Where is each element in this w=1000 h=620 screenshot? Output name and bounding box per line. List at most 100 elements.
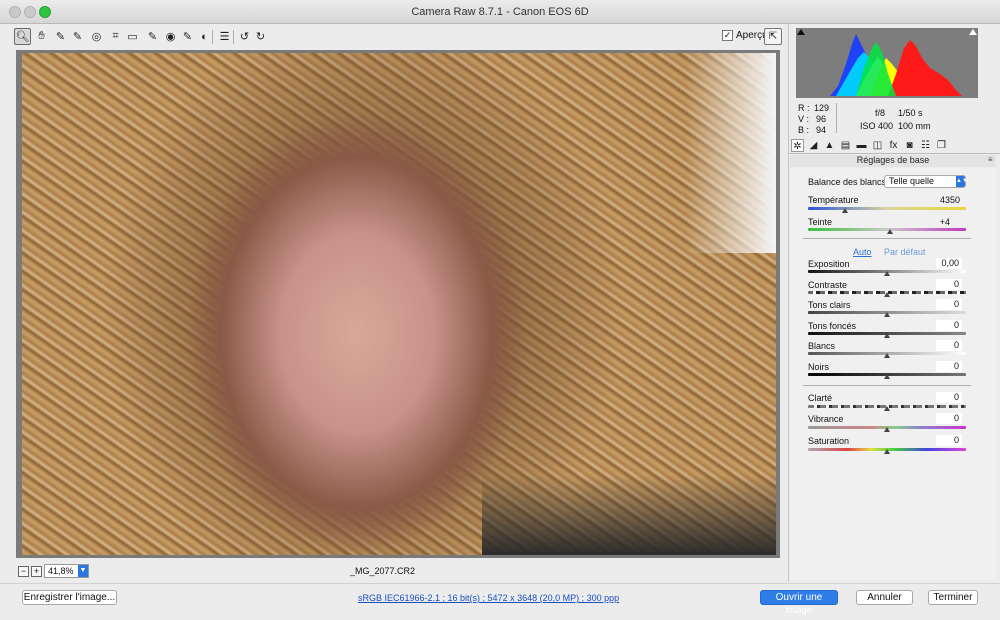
straighten-tool-icon[interactable]: ▭	[124, 28, 141, 45]
temperature-value[interactable]: 4350	[932, 195, 960, 205]
preview-toggle[interactable]: ✓ Aperçu	[722, 30, 768, 41]
iso-value: ISO 400	[860, 121, 894, 131]
toolbar: 🔍︎ ✋︎ ✎ ✎ ◎ ⌗ ▭ ✎ ◉ ✎ ◐ ☰ ↺ ↻	[0, 24, 788, 49]
zoom-level-select[interactable]: 41,8% ▼	[44, 564, 89, 578]
zoom-level-value: 41,8%	[48, 566, 74, 576]
tab-basic[interactable]: ✲	[791, 139, 804, 152]
highlight-clipping-warning-icon[interactable]	[969, 29, 977, 35]
blacks-value[interactable]: 0	[936, 361, 962, 372]
tab-lens-corrections[interactable]: ◫	[871, 139, 884, 152]
highlights-label: Tons clairs	[808, 300, 851, 310]
workflow-options-link[interactable]: sRGB IEC61966-2.1 ; 16 bit(s) ; 5472 x 3…	[358, 593, 619, 603]
blacks-slider-thumb[interactable]	[884, 374, 890, 379]
photo-background-highlight	[686, 53, 776, 253]
white-balance-select[interactable]: Telle quelle ▲▼	[884, 175, 968, 188]
tint-value[interactable]: +4	[922, 217, 950, 227]
preferences-tool-icon[interactable]: ☰	[216, 28, 233, 45]
graduated-filter-tool-icon[interactable]: ◐	[196, 28, 213, 45]
section-menu-icon[interactable]: ≡	[988, 155, 993, 164]
window-title: Camera Raw 8.7.1 - Canon EOS 6D	[411, 6, 589, 18]
blacks-label: Noirs	[808, 362, 830, 372]
contrast-value[interactable]: 0	[936, 279, 962, 290]
r-value: 129	[814, 103, 830, 113]
b-label: B :	[798, 125, 810, 135]
highlights-slider-thumb[interactable]	[884, 312, 890, 317]
saturation-label: Saturation	[808, 436, 850, 446]
cancel-button[interactable]: Annuler	[856, 590, 913, 605]
preview-label: Aperçu	[736, 30, 768, 41]
title-bar: Camera Raw 8.7.1 - Canon EOS 6D	[0, 0, 1000, 24]
tab-snapshots[interactable]: ❐	[935, 139, 948, 152]
auto-link[interactable]: Auto	[853, 247, 872, 257]
clarity-value[interactable]: 0	[936, 392, 962, 403]
highlights-value[interactable]: 0	[936, 299, 962, 310]
clarity-slider-thumb[interactable]	[884, 406, 890, 411]
adjustment-brush-tool-icon[interactable]: ✎	[179, 28, 196, 45]
saturation-value[interactable]: 0	[936, 435, 962, 446]
zoom-in-button[interactable]: +	[31, 566, 42, 577]
white-balance-tool-icon[interactable]: ✎	[52, 28, 69, 45]
shadow-clipping-warning-icon[interactable]	[797, 29, 805, 35]
default-link[interactable]: Par défaut	[884, 247, 926, 257]
white-balance-value: Telle quelle	[889, 176, 935, 186]
tint-slider-thumb[interactable]	[887, 229, 893, 234]
hand-tool-icon[interactable]: ✋︎	[33, 28, 50, 45]
photo-preview[interactable]	[22, 53, 776, 555]
preview-checkbox[interactable]: ✓	[722, 30, 733, 41]
saturation-slider-thumb[interactable]	[884, 449, 890, 454]
tab-presets[interactable]: ☷	[919, 139, 932, 152]
tab-hsl[interactable]: ▤	[839, 139, 852, 152]
histogram-graph	[830, 34, 962, 96]
tab-detail[interactable]: ▲	[823, 139, 836, 152]
r-label: R :	[798, 103, 810, 113]
tab-effects[interactable]: fx	[887, 139, 900, 152]
contrast-slider-thumb[interactable]	[884, 292, 890, 297]
temperature-label: Température	[808, 195, 859, 205]
divider	[803, 385, 971, 386]
exposure-slider-thumb[interactable]	[884, 271, 890, 276]
spot-removal-tool-icon[interactable]: ✎	[144, 28, 161, 45]
chevron-updown-icon: ▲▼	[956, 176, 968, 187]
vibrance-label: Vibrance	[808, 414, 844, 424]
photo-coat-shadow	[482, 475, 776, 555]
section-title: Réglages de base	[790, 155, 996, 167]
exposure-value[interactable]: 0,00	[936, 258, 962, 269]
done-button[interactable]: Terminer	[928, 590, 978, 605]
whites-slider-thumb[interactable]	[884, 353, 890, 358]
tab-split-toning[interactable]: ▬	[855, 139, 868, 152]
shadows-label: Tons foncés	[808, 321, 857, 331]
file-name: _MG_2077.CR2	[349, 566, 416, 576]
crop-tool-icon[interactable]: ⌗	[107, 28, 124, 45]
v-value: 96	[815, 114, 826, 124]
readout-divider	[836, 103, 837, 133]
save-image-button[interactable]: Enregistrer l'image...	[22, 590, 117, 605]
white-balance-label: Balance des blancs :	[808, 177, 892, 187]
chevron-down-icon: ▼	[78, 565, 88, 577]
whites-label: Blancs	[808, 341, 836, 351]
histogram	[796, 28, 978, 98]
whites-value[interactable]: 0	[936, 340, 962, 351]
contrast-label: Contraste	[808, 280, 848, 290]
zoom-tool-icon[interactable]: 🔍︎	[14, 28, 31, 45]
tab-tone-curve[interactable]: ◢	[807, 139, 820, 152]
rotate-cw-icon[interactable]: ↻	[252, 28, 269, 45]
toolbar-separator	[212, 30, 213, 44]
aperture-value: f/8	[875, 108, 886, 118]
tab-camera-calibration[interactable]: ◙	[903, 139, 916, 152]
red-eye-tool-icon[interactable]: ◉	[162, 28, 179, 45]
rotate-ccw-icon[interactable]: ↺	[236, 28, 253, 45]
fullscreen-icon[interactable]: ⇱	[764, 28, 782, 45]
zoom-out-button[interactable]: −	[18, 566, 29, 577]
temperature-slider[interactable]	[808, 207, 966, 210]
shadows-value[interactable]: 0	[936, 320, 962, 331]
open-image-button[interactable]: Ouvrir une image	[760, 590, 838, 616]
panel-tabs: ✲ ◢ ▲ ▤ ▬ ◫ fx ◙ ☷ ❐	[789, 139, 1000, 154]
divider	[803, 238, 971, 239]
vibrance-slider-thumb[interactable]	[884, 427, 890, 432]
color-sampler-tool-icon[interactable]: ✎	[69, 28, 86, 45]
v-label: V :	[798, 114, 810, 124]
shadows-slider-thumb[interactable]	[884, 333, 890, 338]
targeted-adjustment-tool-icon[interactable]: ◎	[88, 28, 105, 45]
vibrance-value[interactable]: 0	[936, 413, 962, 424]
temperature-slider-thumb[interactable]	[842, 208, 848, 213]
